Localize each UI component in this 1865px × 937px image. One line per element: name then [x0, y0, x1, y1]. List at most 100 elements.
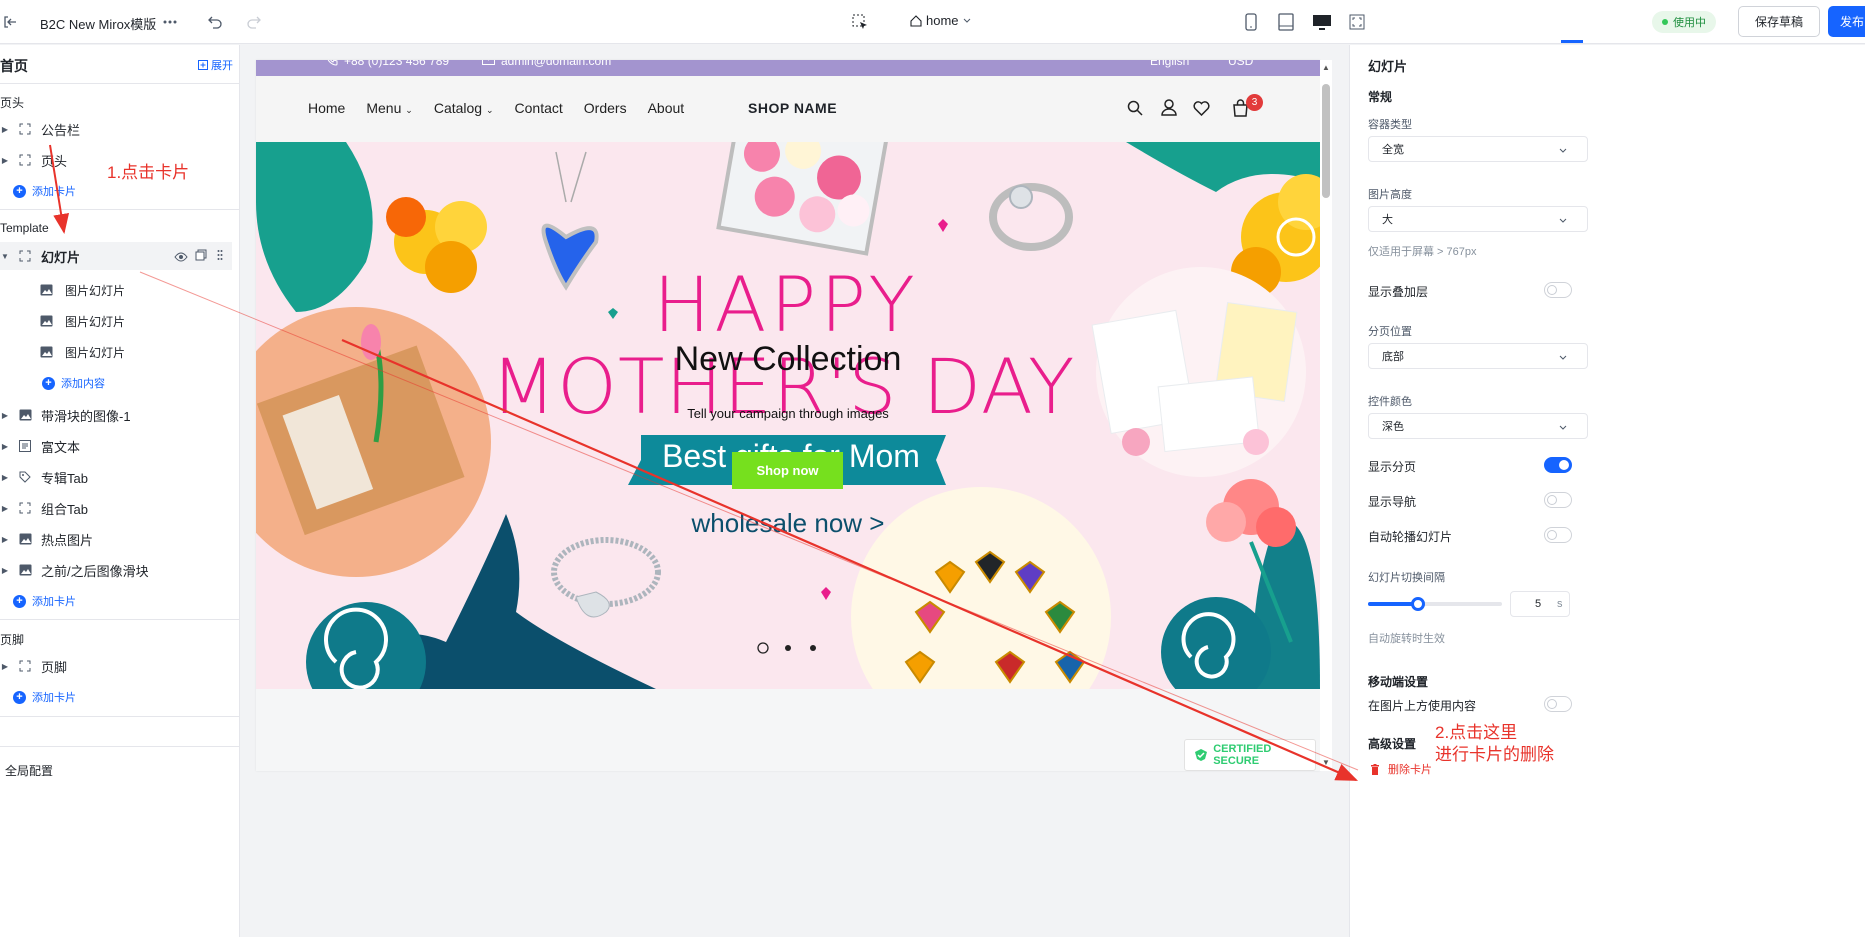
image-icon — [40, 284, 53, 296]
tree-item-image-slider[interactable]: ▶ 带滑块的图像-1 — [0, 401, 240, 429]
interval-input[interactable]: 5 s — [1510, 591, 1570, 617]
user-icon[interactable] — [1161, 99, 1177, 119]
nav-menu[interactable]: Menu ⌄ — [366, 100, 412, 116]
status-dot — [1662, 19, 1668, 25]
nav-home[interactable]: Home — [308, 100, 345, 116]
store-menu: Home Menu ⌄ Catalog ⌄ Contact Orders Abo… — [308, 100, 684, 116]
section-template-title: Template — [0, 221, 49, 235]
autoplay-label: 自动轮播幻灯片 — [1368, 530, 1453, 544]
desktop-view-icon[interactable] — [1312, 12, 1332, 32]
hero-happy-text: HAPPY — [653, 260, 919, 349]
scroll-thumb[interactable] — [1322, 84, 1330, 198]
search-icon[interactable] — [1127, 100, 1143, 119]
show-navigation-toggle[interactable] — [1544, 492, 1572, 508]
undo-icon[interactable] — [205, 12, 225, 32]
divider — [0, 716, 240, 717]
language-select[interactable]: English — [1150, 60, 1189, 68]
chevron-down-icon — [1559, 145, 1567, 157]
add-card-label: 添加卡片 — [32, 596, 76, 608]
tree-item-before-after[interactable]: ▶ 之前/之后图像滑块 — [0, 556, 240, 584]
nav-catalog-label: Catalog — [433, 100, 483, 116]
more-icon[interactable] — [160, 12, 180, 32]
exit-icon[interactable] — [0, 12, 20, 32]
tree-subitem-slide[interactable]: 图片幻灯片 — [40, 307, 125, 335]
container-type-select[interactable]: 全宽 — [1368, 136, 1588, 162]
interval-slider[interactable] — [1368, 597, 1502, 611]
section-icon — [18, 501, 32, 515]
delete-card-button[interactable]: 删除卡片 — [1370, 761, 1432, 777]
mobile-view-icon[interactable] — [1241, 12, 1261, 32]
shop-now-button[interactable]: Shop now — [732, 452, 843, 489]
autoplay-toggle[interactable] — [1544, 527, 1572, 543]
section-footer-title: 页脚 — [0, 633, 25, 647]
annotation-step2-line2: 进行卡片的删除 — [1435, 745, 1554, 764]
image-height-hint: 仅适用于屏幕 > 767px — [1368, 246, 1477, 258]
slider-handle[interactable] — [1410, 597, 1425, 611]
nav-contact[interactable]: Contact — [515, 100, 563, 116]
phone-icon — [327, 60, 338, 66]
tree-item-announcement[interactable]: ▶ 公告栏 — [0, 115, 240, 143]
section-icon — [18, 153, 32, 167]
expand-button[interactable]: 展开 — [198, 57, 233, 73]
tree-subitem-slide[interactable]: 图片幻灯片 — [40, 338, 125, 366]
content-above-image-toggle[interactable] — [1544, 696, 1572, 712]
show-navigation-label: 显示导航 — [1368, 495, 1417, 509]
control-color-label: 控件颜色 — [1368, 396, 1412, 408]
settings-panel: 幻灯片 常规 容器类型 全宽 图片高度 大 仅适用于屏幕 > 767px 显示叠… — [1349, 45, 1865, 937]
bracelet — [551, 537, 661, 618]
heart-icon[interactable] — [1193, 101, 1210, 119]
show-overlay-toggle[interactable] — [1544, 282, 1572, 298]
caret-right-icon: ▶ — [1, 410, 9, 420]
tree-item-label: 富文本 — [41, 439, 81, 455]
nav-orders[interactable]: Orders — [584, 100, 627, 116]
shop-name-logo[interactable]: SHOP NAME — [748, 100, 837, 116]
publish-button[interactable]: 发布 — [1828, 6, 1865, 37]
add-card-button-template[interactable]: + 添加卡片 — [13, 587, 193, 615]
nav-about[interactable]: About — [648, 100, 685, 116]
page-selector[interactable]: home — [910, 13, 971, 28]
rose-box — [716, 142, 892, 256]
scroll-down-icon[interactable]: ▼ — [1322, 758, 1330, 767]
currency-select[interactable]: USD — [1228, 60, 1253, 68]
scroll-up-icon[interactable]: ▲ — [1322, 63, 1330, 72]
mail-icon — [482, 60, 495, 65]
add-content-button[interactable]: + 添加内容 — [42, 369, 202, 397]
divider — [0, 619, 240, 620]
preview-canvas: +88 (0)123 456 789 admin@domain.com Engl… — [256, 60, 1320, 771]
nav-catalog[interactable]: Catalog ⌄ — [434, 100, 494, 116]
tree-item-album-tab[interactable]: ▶ 专辑Tab — [0, 463, 240, 491]
tree-item-hotspot[interactable]: ▶ 热点图片 — [0, 525, 240, 553]
control-color-select[interactable]: 深色 — [1368, 413, 1588, 439]
toggle-knob — [1559, 460, 1569, 470]
redo-icon[interactable] — [244, 12, 264, 32]
status-badge: 使用中 — [1652, 11, 1716, 33]
hero-slide[interactable]: HAPPY MOTHER'S DAY New Collection Tell y… — [256, 142, 1320, 689]
global-config-link[interactable]: 全局配置 — [5, 762, 53, 779]
drag-handle-icon[interactable] — [217, 249, 223, 264]
hero-subtitle: Tell your campaign through images — [687, 406, 889, 421]
top-toolbar: B2C New Mirox模版 home 使用中 保存草稿 发布 — [0, 0, 1865, 44]
show-pagination-toggle[interactable] — [1544, 457, 1572, 473]
tree-item-slideshow[interactable]: ▼ 幻灯片 — [0, 242, 232, 270]
caret-right-icon: ▶ — [1, 661, 9, 671]
fullscreen-icon[interactable] — [1347, 12, 1367, 32]
plus-icon: + — [13, 184, 26, 198]
save-draft-button[interactable]: 保存草稿 — [1738, 6, 1820, 37]
add-card-button-footer[interactable]: + 添加卡片 — [13, 683, 193, 711]
image-height-select[interactable]: 大 — [1368, 206, 1588, 232]
duplicate-icon[interactable] — [195, 249, 207, 264]
eye-icon[interactable] — [174, 250, 188, 265]
chevron-down-icon — [1559, 422, 1567, 434]
tree-item-footer[interactable]: ▶ 页脚 — [0, 652, 240, 680]
show-overlay-label: 显示叠加层 — [1368, 285, 1429, 299]
nav-menu-label: Menu — [366, 100, 402, 116]
shield-check-icon — [1195, 749, 1207, 761]
section-icon — [18, 122, 32, 136]
tablet-view-icon[interactable] — [1276, 12, 1296, 32]
tree-item-rich-text[interactable]: ▶ 富文本 — [0, 432, 240, 460]
pagination-position-select[interactable]: 底部 — [1368, 343, 1588, 369]
tree-subitem-slide[interactable]: 图片幻灯片 — [40, 276, 125, 304]
tree-item-combo-tab[interactable]: ▶ 组合Tab — [0, 494, 240, 522]
select-element-icon[interactable] — [850, 12, 870, 32]
caret-right-icon: ▶ — [1, 441, 9, 451]
